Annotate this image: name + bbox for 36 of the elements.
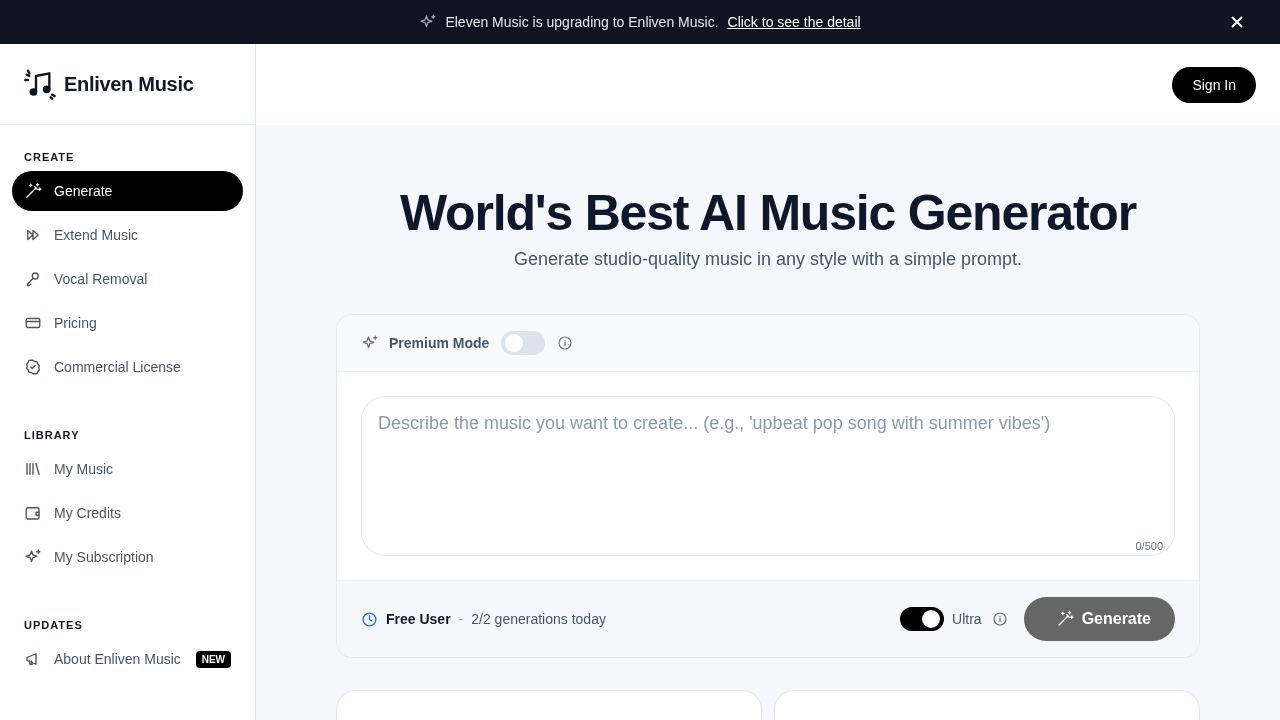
sidebar-item[interactable]: My Music	[12, 449, 243, 489]
sidebar-item[interactable]: Vocal Removal	[12, 259, 243, 299]
sidebar-item[interactable]: My Credits	[12, 493, 243, 533]
detail-link[interactable]: Click to see the detail	[727, 14, 861, 30]
page-title: World's Best AI Music Generator	[400, 184, 1136, 243]
magic-wand-icon	[24, 182, 42, 200]
sidebar-item[interactable]: Commercial License	[12, 347, 243, 387]
plan-label: Free User	[386, 611, 451, 627]
premium-mode-label: Premium Mode	[389, 335, 490, 351]
sidebar-item[interactable]: Generate	[12, 171, 243, 211]
toggle-switch[interactable]	[900, 607, 945, 631]
wallet-icon	[24, 504, 42, 522]
sidebar-item[interactable]: Pricing	[12, 303, 243, 343]
clock-icon	[361, 610, 378, 628]
banner-message: Eleven Music is upgrading to Enliven Music.	[445, 14, 719, 30]
info-icon	[557, 335, 574, 351]
music-note-icon	[24, 68, 56, 100]
sidebar-item[interactable]: About Enliven Music NEW	[12, 639, 243, 679]
close-button[interactable]	[1230, 15, 1244, 29]
sidebar-item[interactable]: My Subscription	[12, 537, 243, 577]
sidebar-item[interactable]: Extend Music	[12, 215, 243, 255]
section-heading: LIBRARY	[23, 428, 81, 443]
ultra-label: Ultra	[952, 611, 982, 627]
logo-text: Enliven Music	[64, 72, 194, 96]
section-heading: CREATE	[23, 150, 76, 165]
sign-in-button[interactable]: Sign In	[1172, 66, 1256, 103]
section-heading: UPDATES	[23, 618, 84, 633]
badge-check-icon	[24, 358, 42, 376]
page-subtitle: Generate studio-quality music in any style with a simple prompt.	[513, 249, 1023, 270]
usage-text: 2/2 generations today	[471, 611, 606, 627]
separator: -	[458, 611, 464, 627]
info-icon	[991, 611, 1008, 627]
library-icon	[24, 460, 42, 478]
character-counter: 0/500	[1135, 540, 1163, 552]
new-badge: NEW	[195, 650, 231, 668]
toggle-switch[interactable]	[501, 331, 546, 355]
